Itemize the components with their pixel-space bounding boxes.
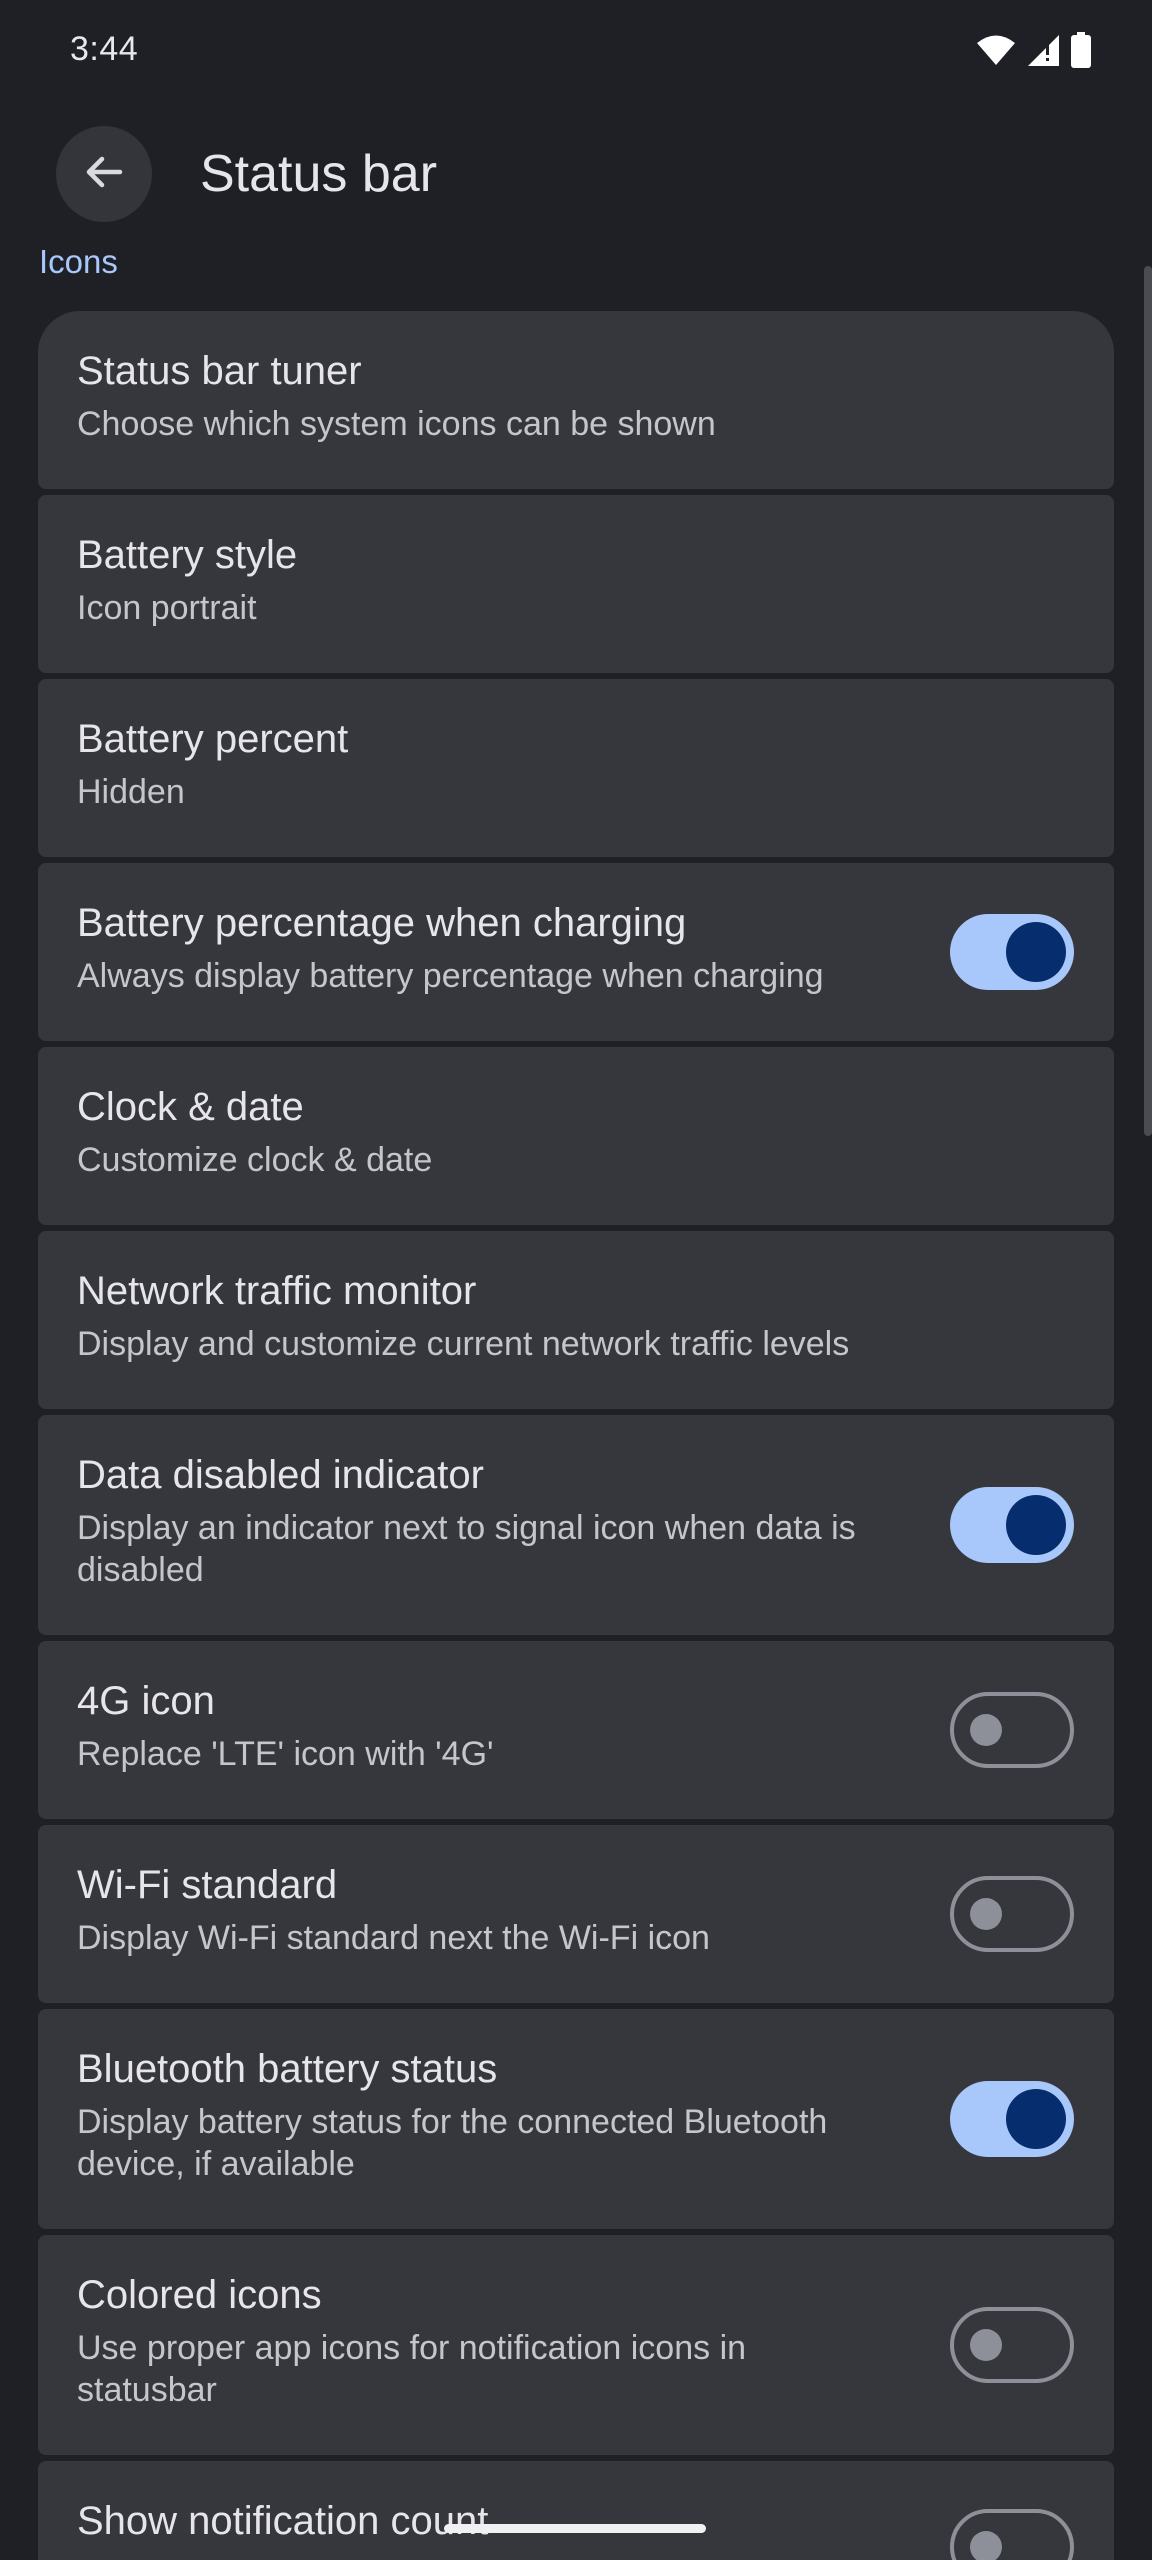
- setting-subtitle: Use proper app icons for notification ic…: [77, 2329, 747, 2409]
- setting-status-bar-tuner[interactable]: Status bar tuner Choose which system ico…: [38, 311, 1114, 489]
- setting-subtitle: Customize clock & date: [77, 1141, 433, 1179]
- setting-data-disabled-indicator[interactable]: Data disabled indicator Display an indic…: [38, 1415, 1114, 1635]
- setting-title: Network traffic monitor: [77, 1269, 477, 1313]
- 4g-icon-toggle[interactable]: [950, 1692, 1074, 1768]
- toggle-knob: [970, 2329, 1002, 2361]
- setting-4g-icon[interactable]: 4G icon Replace 'LTE' icon with '4G': [38, 1641, 1114, 1819]
- setting-colored-icons[interactable]: Colored icons Use proper app icons for n…: [38, 2235, 1114, 2455]
- setting-title: Show notification count: [77, 2499, 489, 2543]
- page-title: Status bar: [200, 145, 438, 203]
- scrollbar[interactable]: [1144, 266, 1152, 1136]
- status-time: 3:44: [70, 30, 139, 68]
- setting-title: Bluetooth battery status: [77, 2047, 498, 2091]
- toggle-knob: [970, 2531, 1002, 2560]
- signal-icon: [1026, 33, 1060, 72]
- setting-subtitle: Hidden: [77, 773, 185, 811]
- back-button[interactable]: [56, 126, 152, 222]
- setting-subtitle: Display an indicator next to signal icon…: [77, 1509, 856, 1589]
- wifi-icon: [976, 34, 1016, 71]
- setting-title: Battery style: [77, 533, 298, 577]
- battery-percentage-charging-toggle[interactable]: [950, 914, 1074, 990]
- setting-network-traffic-monitor[interactable]: Network traffic monitor Display and cust…: [38, 1231, 1114, 1409]
- setting-title: Battery percentage when charging: [77, 901, 687, 945]
- bluetooth-battery-status-toggle[interactable]: [950, 2081, 1074, 2157]
- battery-icon: [1070, 31, 1092, 73]
- wifi-standard-toggle[interactable]: [950, 1876, 1074, 1952]
- setting-title: Clock & date: [77, 1085, 304, 1129]
- section-header-icons: Icons: [39, 243, 118, 280]
- setting-wifi-standard[interactable]: Wi-Fi standard Display Wi-Fi standard ne…: [38, 1825, 1114, 2003]
- setting-clock-date[interactable]: Clock & date Customize clock & date: [38, 1047, 1114, 1225]
- setting-title: Wi-Fi standard: [77, 1863, 338, 1907]
- toggle-knob: [970, 1714, 1002, 1746]
- data-disabled-indicator-toggle[interactable]: [950, 1487, 1074, 1563]
- setting-title: Status bar tuner: [77, 349, 362, 393]
- toggle-knob: [1006, 2089, 1066, 2149]
- setting-battery-percent[interactable]: Battery percent Hidden: [38, 679, 1114, 857]
- arrow-left-icon: [82, 150, 126, 199]
- setting-title: 4G icon: [77, 1679, 215, 1723]
- settings-screen: 3:44 Status bar Icons Status bar tuner C…: [0, 0, 1152, 2560]
- colored-icons-toggle[interactable]: [950, 2307, 1074, 2383]
- setting-title: Battery percent: [77, 717, 349, 761]
- toggle-knob: [1006, 922, 1066, 982]
- setting-subtitle: Always display battery percentage when c…: [77, 957, 824, 995]
- setting-bluetooth-battery-status[interactable]: Bluetooth battery status Display battery…: [38, 2009, 1114, 2229]
- gesture-navigation-handle[interactable]: [444, 2524, 706, 2533]
- status-icons: [976, 30, 1092, 74]
- setting-subtitle: Choose which system icons can be shown: [77, 405, 716, 443]
- setting-subtitle: Icon portrait: [77, 589, 257, 627]
- setting-title: Data disabled indicator: [77, 1453, 484, 1497]
- toggle-knob: [970, 1898, 1002, 1930]
- setting-battery-percentage-charging[interactable]: Battery percentage when charging Always …: [38, 863, 1114, 1041]
- setting-subtitle: Replace 'LTE' icon with '4G': [77, 1735, 494, 1773]
- system-status-bar: 3:44: [0, 0, 1152, 105]
- setting-title: Colored icons: [77, 2273, 322, 2317]
- show-notification-count-toggle[interactable]: [950, 2509, 1074, 2560]
- setting-subtitle: Display Wi-Fi standard next the Wi-Fi ic…: [77, 1919, 710, 1957]
- setting-subtitle: Display and customize current network tr…: [77, 1325, 850, 1363]
- setting-subtitle: Display battery status for the connected…: [77, 2103, 828, 2183]
- setting-battery-style[interactable]: Battery style Icon portrait: [38, 495, 1114, 673]
- toggle-knob: [1006, 1495, 1066, 1555]
- setting-show-notification-count[interactable]: Show notification count: [38, 2461, 1114, 2560]
